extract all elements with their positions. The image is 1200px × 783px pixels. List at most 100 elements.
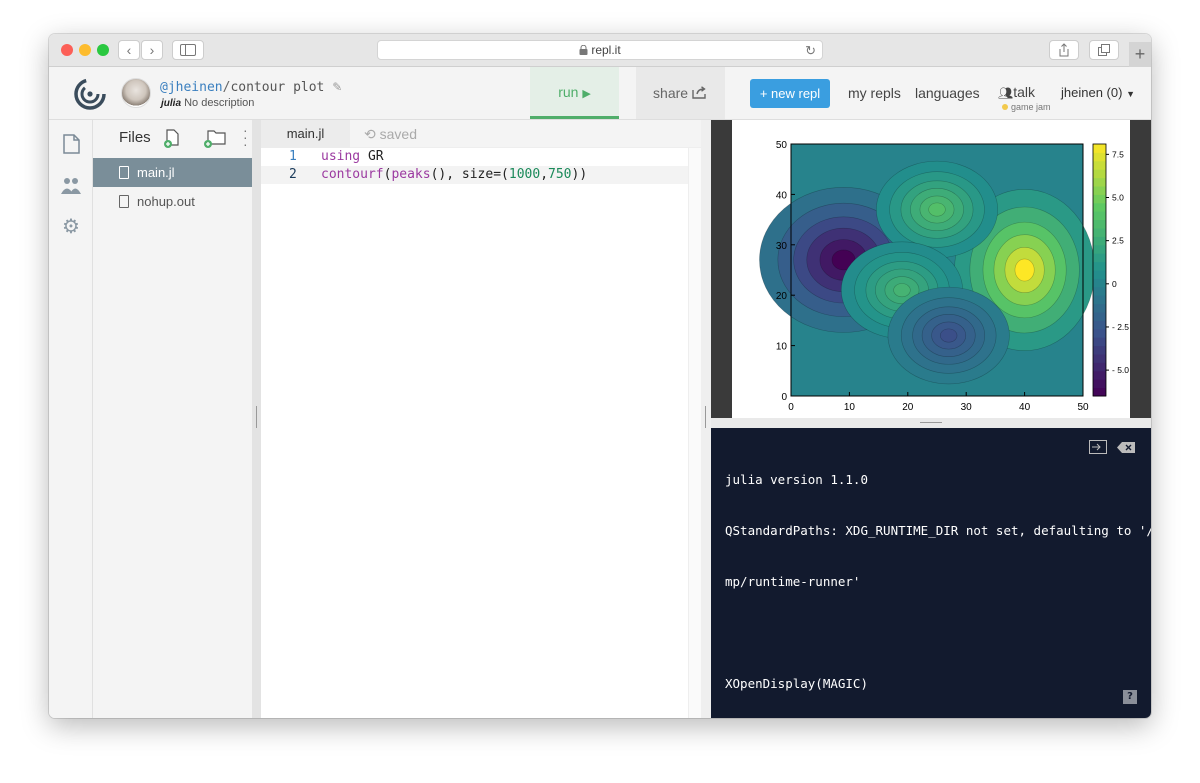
avatar[interactable] — [121, 78, 151, 108]
tabs-overview-button[interactable] — [1089, 40, 1119, 60]
code-token: GR — [360, 149, 384, 164]
y-tick-label: 40 — [776, 190, 788, 201]
reload-icon[interactable]: ↻ — [805, 41, 816, 60]
files-icon[interactable] — [63, 134, 80, 154]
tabs-icon — [1097, 44, 1110, 56]
sidebar-toggle-button[interactable] — [172, 40, 204, 60]
line-number: 2 — [289, 167, 297, 182]
minimize-window-button[interactable] — [79, 44, 91, 56]
colorbar-segment — [1093, 379, 1106, 389]
user-menu[interactable]: jheinen (0) ▼ — [1061, 85, 1135, 100]
file-name: nohup.out — [137, 194, 195, 209]
file-tree: Files · · · main.jl nohup.out — [93, 120, 252, 718]
colorbar-segment — [1093, 295, 1106, 305]
x-tick-label: 10 — [844, 402, 856, 413]
code-line: 1 using GR — [261, 148, 688, 166]
url-text: repl.it — [591, 43, 621, 57]
multiplayer-icon[interactable] — [61, 177, 81, 195]
colorbar-segment — [1093, 236, 1106, 246]
game-jam-badge[interactable]: game jam — [1002, 102, 1051, 112]
code-area[interactable]: 1 using GR 2 contourf(peaks(), size=(100… — [261, 148, 688, 184]
code-editor[interactable]: main.jl ⟲ saved 1 using GR 2 contourf(pe… — [261, 120, 710, 718]
colorbar-segment — [1093, 152, 1106, 162]
colorbar-segment — [1093, 303, 1106, 313]
colorbar-label: 2.5 — [1112, 236, 1124, 246]
colorbar-segment — [1093, 312, 1106, 321]
x-tick-label: 50 — [1077, 402, 1089, 413]
status-dot-icon — [1002, 104, 1008, 110]
file-icon — [119, 166, 129, 179]
file-item-nohup-out[interactable]: nohup.out — [93, 187, 252, 216]
line-number: 1 — [289, 149, 297, 164]
settings-gear-icon[interactable]: ⚙ — [62, 217, 80, 237]
repl-description[interactable]: No description — [184, 97, 254, 109]
my-repls-link[interactable]: my repls — [848, 85, 901, 101]
keyword-token: using — [321, 149, 361, 164]
console-line: XOpenDisplay(MAGIC) — [725, 676, 868, 691]
saved-status: ⟲ saved — [364, 120, 417, 148]
number-token: 1000 — [508, 167, 541, 182]
y-tick-label: 30 — [776, 241, 788, 252]
file-name: main.jl — [137, 165, 175, 180]
colorbar-segment — [1093, 270, 1106, 279]
colorbar-segment — [1093, 211, 1106, 221]
forward-button[interactable]: › — [141, 40, 163, 60]
share-icon — [1059, 43, 1069, 57]
tab-main-jl[interactable]: main.jl — [261, 120, 350, 148]
code-token: , — [540, 167, 549, 182]
contour-band — [893, 283, 911, 298]
pane-splitter[interactable] — [711, 418, 1151, 428]
back-button[interactable]: ‹ — [118, 40, 140, 60]
colorbar-segment — [1093, 286, 1106, 296]
y-tick-label: 50 — [776, 140, 788, 151]
share-button[interactable]: share — [636, 67, 725, 119]
colorbar-segment — [1093, 202, 1106, 212]
help-button[interactable]: ? — [1123, 690, 1137, 704]
more-options-icon[interactable]: · · · — [243, 123, 249, 151]
file-item-main-jl[interactable]: main.jl — [93, 158, 252, 187]
run-button[interactable]: run ▶ — [530, 67, 619, 119]
repl-meta: julia No description — [161, 97, 254, 109]
colorbar-segment — [1093, 219, 1106, 229]
new-tab-button[interactable]: + — [1129, 42, 1151, 67]
console-line: QStandardPaths: XDG_RUNTIME_DIR not set,… — [725, 523, 1151, 538]
colorbar-segment — [1093, 244, 1106, 254]
user-handle-link[interactable]: @jheinen — [160, 80, 223, 95]
share-arrow-icon — [692, 86, 706, 99]
add-folder-icon[interactable] — [203, 129, 227, 149]
code-line-active: 2 contourf(peaks(), size=(1000,750)) — [261, 166, 688, 184]
console[interactable]: julia version 1.1.0 QStandardPaths: XDG_… — [711, 428, 1151, 718]
talk-label: talk — [1013, 84, 1036, 100]
y-tick-label: 10 — [776, 342, 788, 353]
repl-name[interactable]: contour plot — [230, 80, 324, 95]
colorbar-segment — [1093, 337, 1106, 347]
app-header: @jheinen/contour plot ✎ julia No descrip… — [49, 67, 1151, 120]
colorbar-segment — [1093, 194, 1106, 204]
new-repl-button[interactable]: + new repl — [750, 79, 830, 108]
files-title: Files — [119, 129, 151, 146]
colorbar-segment — [1093, 169, 1106, 179]
colorbar-segment — [1093, 328, 1106, 338]
add-file-icon[interactable] — [164, 129, 181, 149]
repl-path: @jheinen/contour plot ✎ — [160, 80, 342, 95]
close-window-button[interactable] — [61, 44, 73, 56]
zoom-window-button[interactable] — [97, 44, 109, 56]
contour-band — [1014, 258, 1035, 282]
share-page-button[interactable] — [1049, 40, 1079, 60]
tab-label: main.jl — [286, 126, 325, 141]
file-tree-resize-handle[interactable] — [252, 120, 261, 718]
contour-band — [928, 202, 946, 217]
code-token: )) — [571, 167, 588, 182]
languages-link[interactable]: languages — [915, 85, 980, 101]
colorbar-segment — [1093, 160, 1106, 170]
contour-plot: 0 10 20 30 40 50 0 10 20 30 40 50 7.5 5.0 2.5 0 - 2.5 - 5… — [732, 120, 1130, 418]
address-bar[interactable]: repl.it ↻ — [377, 40, 823, 60]
talk-link[interactable]: 👥︎talk — [998, 84, 1035, 102]
pencil-icon[interactable]: ✎ — [332, 80, 342, 94]
replit-logo[interactable] — [74, 78, 106, 110]
console-line: mp/runtime-runner' — [725, 574, 861, 589]
colorbar-label: - 5.0 — [1112, 365, 1129, 375]
chevron-right-icon: › — [149, 42, 155, 58]
editor-resize-handle[interactable] — [701, 120, 711, 718]
colorbar-segment — [1093, 320, 1106, 330]
